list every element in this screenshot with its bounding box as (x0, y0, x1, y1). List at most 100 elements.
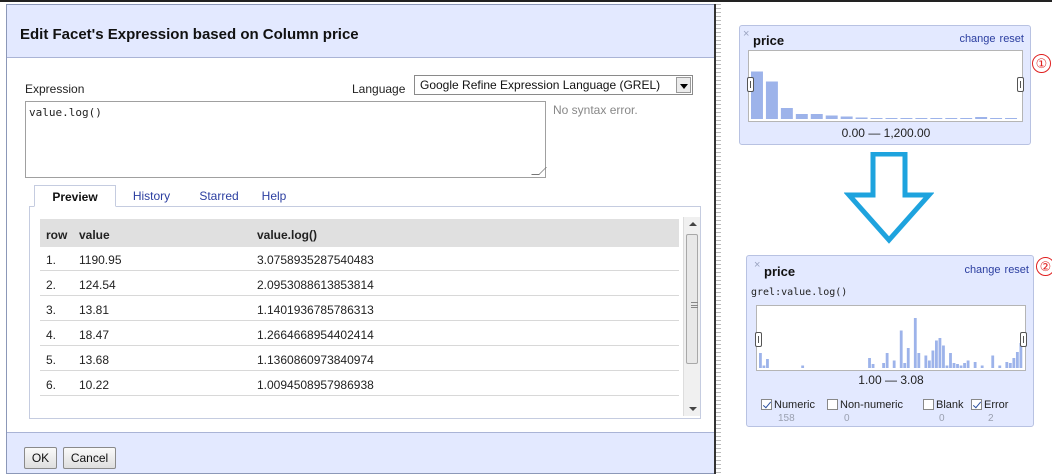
count-non-numeric: 0 (844, 413, 850, 424)
table-row: 3. 13.81 1.1401936785786313 (40, 297, 679, 321)
check-error[interactable]: Error (971, 399, 1008, 411)
histogram-bar (801, 365, 805, 368)
row-result: 1.2664668954402414 (257, 328, 374, 342)
histogram-bar (1005, 118, 1018, 119)
down-arrow-icon (844, 152, 934, 244)
header-result: value.log() (257, 228, 318, 242)
check-label: Error (984, 399, 1009, 411)
dialog-header: Edit Facet's Expression based on Column … (7, 5, 714, 58)
histogram-bar (930, 118, 943, 119)
histogram-chart (759, 318, 1023, 368)
scrollbar-thumb[interactable] (686, 234, 698, 364)
histogram-bar (903, 363, 907, 368)
checkbox-icon[interactable] (923, 399, 934, 410)
resize-grip-icon[interactable] (531, 167, 547, 175)
callout-2: ② (1036, 257, 1052, 276)
histogram-bar (938, 338, 942, 368)
range-text: 0.00 — 1,200.00 (841, 126, 931, 140)
reset-link[interactable]: reset (1000, 33, 1024, 45)
range-text: 1.00 — 3.08 (858, 373, 924, 387)
table-row: 2. 124.54 2.0953088613853814 (40, 272, 679, 296)
histogram[interactable] (747, 50, 1024, 122)
close-icon[interactable]: × (743, 28, 749, 40)
expression-text: value.log() (29, 106, 102, 119)
table-row: 4. 18.47 1.2664668954402414 (40, 322, 679, 346)
price-facet-after: × price change reset grel:value.log() 1.0… (746, 255, 1034, 427)
language-select[interactable]: Google Refine Expression Language (GREL) (414, 75, 693, 95)
histogram-bar (952, 363, 956, 368)
count-numeric: 158 (778, 413, 795, 424)
chevron-down-icon[interactable] (676, 77, 691, 93)
range-handle-left[interactable] (747, 77, 754, 92)
histogram-bar (945, 118, 958, 119)
change-link[interactable]: change (964, 264, 1000, 276)
tab-help[interactable]: Help (257, 185, 291, 207)
checkbox-icon[interactable] (971, 399, 982, 410)
histogram-bar (963, 363, 966, 368)
range-handle-right[interactable] (1020, 332, 1027, 347)
language-select-value: Google Refine Expression Language (GREL) (420, 78, 661, 92)
tab-preview[interactable]: Preview (34, 185, 116, 207)
check-non-numeric[interactable]: Non-numeric (827, 399, 903, 411)
histogram-bar (810, 114, 823, 119)
expression-label: Expression (25, 82, 85, 96)
scroll-down-icon[interactable] (689, 407, 697, 411)
histogram-bar (924, 355, 928, 368)
histogram-bar (945, 365, 949, 368)
histogram-bar (882, 363, 886, 368)
table-row: 6. 10.22 1.0094508957986938 (40, 372, 679, 396)
row-value: 13.68 (79, 353, 110, 367)
preview-scrollbar[interactable] (683, 217, 700, 416)
histogram-bar (1008, 363, 1012, 368)
histogram-bar (966, 360, 970, 368)
histogram-bar (1005, 362, 1009, 368)
histogram-bar (906, 348, 910, 368)
ok-button[interactable]: OK (24, 447, 57, 469)
language-label: Language (352, 82, 406, 96)
preview-table: row value value.log() 1. 1190.95 3.07589… (40, 219, 679, 415)
histogram-bar (825, 115, 838, 119)
row-result: 2.0953088613853814 (257, 278, 374, 292)
histogram-bar (899, 330, 903, 368)
range-handle-left[interactable] (755, 332, 762, 347)
histogram-bar (1012, 358, 1016, 368)
cancel-button[interactable]: Cancel (63, 447, 116, 469)
tab-history[interactable]: History (124, 185, 179, 207)
grip-icon (691, 302, 698, 308)
check-numeric[interactable]: Numeric (761, 399, 815, 411)
histogram-bar (885, 353, 889, 368)
row-result: 3.0758935287540483 (257, 253, 374, 267)
histogram-bar (973, 362, 977, 368)
facet-links: change reset (960, 264, 1029, 276)
row-value: 124.54 (79, 278, 116, 292)
row-number: 3. (46, 303, 57, 317)
table-row: 5. 13.68 1.1360860973840974 (40, 347, 679, 371)
table-header: row value value.log() (40, 219, 679, 247)
histogram-bar (870, 118, 883, 119)
row-number: 4. (46, 328, 57, 342)
change-link[interactable]: change (959, 33, 995, 45)
callout-1: ① (1032, 54, 1051, 73)
histogram-bar (840, 116, 853, 119)
check-blank[interactable]: Blank (923, 399, 964, 411)
header-row: row (46, 228, 68, 242)
facet-links: change reset (955, 33, 1024, 45)
histogram-bar (765, 81, 778, 119)
expression-input[interactable]: value.log() (25, 101, 547, 178)
row-number: 1. (46, 253, 57, 267)
checkbox-icon[interactable] (827, 399, 838, 410)
range-handle-right[interactable] (1017, 77, 1024, 92)
scroll-up-icon[interactable] (689, 222, 697, 226)
histogram-bar (991, 355, 995, 368)
histogram-bar (855, 117, 868, 119)
reset-link[interactable]: reset (1005, 264, 1029, 276)
checkbox-icon[interactable] (761, 399, 772, 410)
histogram-bar (942, 345, 945, 368)
tab-starred[interactable]: Starred (193, 185, 245, 207)
histogram[interactable] (755, 305, 1027, 371)
close-icon[interactable]: × (754, 259, 760, 271)
histogram-bar (931, 350, 935, 368)
histogram-bar (762, 365, 766, 368)
dialog-footer: OK Cancel (7, 432, 714, 473)
histogram-bar (990, 118, 1003, 119)
